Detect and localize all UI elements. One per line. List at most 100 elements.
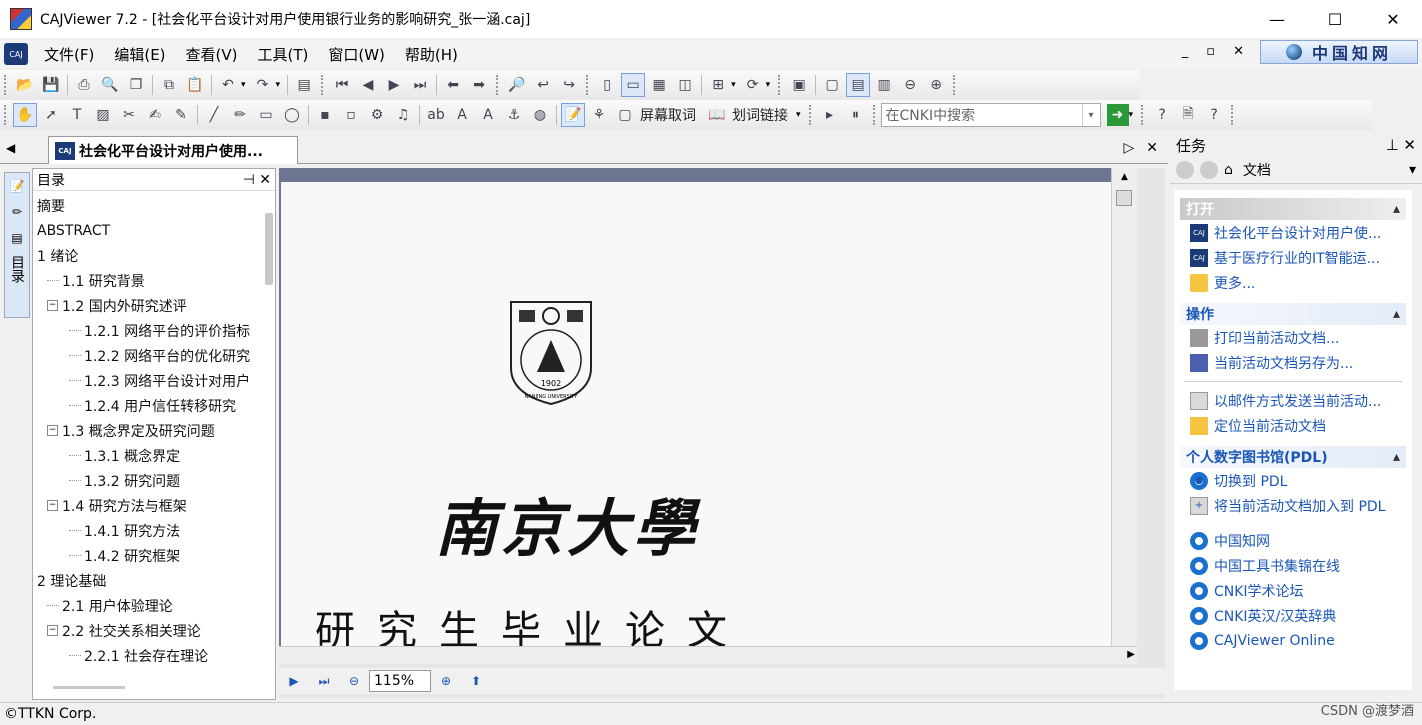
- strikeout-icon[interactable]: A: [450, 103, 474, 127]
- collapse-section-icon[interactable]: ▴: [1393, 449, 1400, 465]
- menu-help[interactable]: 帮助(H): [395, 44, 468, 65]
- underline-icon[interactable]: A: [476, 103, 500, 127]
- snapshot-icon[interactable]: ✂: [117, 103, 141, 127]
- zoom-level-input[interactable]: 115%: [369, 670, 431, 692]
- task-section-header[interactable]: 个人数字图书馆(PDL) ▴: [1180, 446, 1406, 468]
- rectangle-tool-icon[interactable]: ▭: [254, 103, 278, 127]
- document-info-icon[interactable]: 🗎: [1176, 103, 1200, 127]
- toolbar-grip[interactable]: [1231, 105, 1235, 125]
- toc-horizontal-scrollbar[interactable]: [53, 686, 125, 689]
- toc-item[interactable]: 1 绪论: [33, 243, 265, 268]
- viewer-vertical-scrollbar[interactable]: ▲: [1111, 168, 1137, 646]
- chevron-down-icon[interactable]: ▾: [1081, 104, 1100, 126]
- toolbar-grip[interactable]: [586, 75, 590, 95]
- task-link[interactable]: ● 切换到 PDL: [1174, 468, 1412, 493]
- last-page-icon[interactable]: ⏭: [408, 73, 432, 97]
- task-link[interactable]: 打印当前活动文档...: [1174, 325, 1412, 350]
- hand-tool-icon[interactable]: ✋: [13, 103, 37, 127]
- task-section-header[interactable]: 操作 ▴: [1180, 303, 1406, 325]
- toc-item[interactable]: ABSTRACT: [33, 218, 265, 243]
- word-link-button[interactable]: 划词链接: [732, 105, 788, 125]
- document-page[interactable]: 1902 NANJING UNIVERSITY 南京大學 研究生毕业论文: [281, 182, 1123, 654]
- collapse-icon[interactable]: −: [47, 625, 58, 636]
- search-go-icon[interactable]: ➜: [1106, 104, 1129, 126]
- task-back-icon[interactable]: [1176, 160, 1194, 179]
- image-select-icon[interactable]: ▨: [91, 103, 115, 127]
- toc-item[interactable]: 1.2.4 用户信任转移研究: [33, 393, 265, 418]
- toc-tab-icon[interactable]: ▤: [5, 225, 29, 251]
- facing-pages-icon[interactable]: ▦: [647, 73, 671, 97]
- menu-edit[interactable]: 编辑(E): [104, 44, 175, 65]
- fit-width-icon[interactable]: ▤: [846, 73, 871, 97]
- caj-logo-icon[interactable]: CAJ: [4, 43, 28, 65]
- toc-scrollbar[interactable]: [265, 213, 273, 285]
- task-link[interactable]: 当前活动文档另存为...: [1174, 350, 1412, 375]
- continuous-facing-icon[interactable]: ◫: [673, 73, 697, 97]
- select-arrow-icon[interactable]: ➚: [39, 103, 63, 127]
- toc-side-tab[interactable]: 目录: [7, 255, 27, 283]
- menu-view[interactable]: 查看(V): [176, 44, 248, 65]
- eraser-icon[interactable]: ◍: [528, 103, 552, 127]
- find-previous-icon[interactable]: ↩: [531, 73, 555, 97]
- scroll-thumb[interactable]: [1116, 190, 1132, 206]
- toc-item[interactable]: 2.1 用户体验理论: [33, 593, 265, 618]
- toolbar-grip[interactable]: [778, 75, 782, 95]
- redo-icon[interactable]: ↷: [251, 73, 275, 97]
- task-forward-icon[interactable]: [1200, 160, 1218, 179]
- toc-item[interactable]: 1.3.2 研究问题: [33, 468, 265, 493]
- annotation-tab-icon[interactable]: ✏: [5, 199, 29, 225]
- attachment-icon[interactable]: ⚙: [365, 103, 389, 127]
- collapse-icon[interactable]: −: [47, 300, 58, 311]
- line-tool-icon[interactable]: ╱: [202, 103, 226, 127]
- task-link[interactable]: 定位当前活动文档: [1174, 413, 1412, 438]
- toc-item[interactable]: 2.2.1 社会存在理论: [33, 643, 265, 668]
- collapse-icon[interactable]: −: [47, 425, 58, 436]
- minimize-button[interactable]: —: [1248, 0, 1306, 38]
- toolbar-grip[interactable]: [1141, 105, 1145, 125]
- help-icon[interactable]: ?: [1150, 103, 1174, 127]
- mdi-restore-button[interactable]: ▫: [1206, 44, 1215, 59]
- nav-next-page-icon[interactable]: ▶: [283, 670, 305, 692]
- word-link-icon[interactable]: 📖: [705, 103, 729, 127]
- collapse-section-icon[interactable]: ▴: [1393, 306, 1400, 322]
- toolbar-grip[interactable]: [808, 105, 813, 125]
- task-link[interactable]: CAJViewer Online: [1174, 628, 1412, 653]
- tab-scroll-left-icon[interactable]: ◀: [6, 141, 15, 155]
- toc-item[interactable]: 1.3.1 概念界定: [33, 443, 265, 468]
- nav-last-page-icon[interactable]: ⏭: [313, 670, 335, 692]
- about-icon[interactable]: ?: [1202, 103, 1226, 127]
- copy-icon[interactable]: ⧉: [157, 73, 181, 97]
- cnki-search-input[interactable]: 在CNKI中搜索 ▾: [880, 103, 1101, 127]
- task-link[interactable]: CAJ 社会化平台设计对用户使...: [1174, 220, 1412, 245]
- zoom-in-icon[interactable]: ⊕: [924, 73, 948, 97]
- tab-close-icon[interactable]: ✕: [1146, 140, 1158, 156]
- toolbar-grip[interactable]: [953, 75, 957, 95]
- tab-document[interactable]: CAJ 社会化平台设计对用户使用...: [48, 136, 298, 164]
- task-link[interactable]: + 将当前活动文档加入到 PDL: [1174, 493, 1412, 518]
- toc-item[interactable]: 1.2.2 网络平台的优化研究: [33, 343, 265, 368]
- task-link[interactable]: CNKI英汉/汉英辞典: [1174, 603, 1412, 628]
- print-icon[interactable]: ⎙: [72, 73, 96, 97]
- network-icon[interactable]: ⚘: [587, 103, 611, 127]
- toolbar-grip[interactable]: [872, 105, 877, 125]
- note-icon[interactable]: ▪: [313, 103, 337, 127]
- highlight-text-icon[interactable]: ab: [424, 103, 448, 127]
- task-link[interactable]: 以邮件方式发送当前活动...: [1174, 388, 1412, 413]
- task-link[interactable]: 更多...: [1174, 270, 1412, 295]
- task-nav-dropdown-icon[interactable]: ▾: [1409, 162, 1416, 178]
- notes-tab-icon[interactable]: 📝: [5, 173, 29, 199]
- toolbar-grip[interactable]: [496, 75, 500, 95]
- annotation-icon[interactable]: ✎: [169, 103, 193, 127]
- undo-icon[interactable]: ↶: [216, 73, 240, 97]
- actual-size-icon[interactable]: ▢: [820, 73, 844, 97]
- collapse-section-icon[interactable]: ▴: [1393, 201, 1400, 217]
- maximize-button[interactable]: ☐: [1306, 0, 1364, 38]
- toc-item[interactable]: 1.1 研究背景: [33, 268, 265, 293]
- previous-page-icon[interactable]: ◀: [356, 73, 380, 97]
- play-icon[interactable]: ▸: [818, 103, 842, 127]
- rotate-icon[interactable]: ⟳: [741, 73, 765, 97]
- back-icon[interactable]: ⬅: [441, 73, 465, 97]
- toolbar-grip[interactable]: [4, 105, 8, 125]
- layout-icon[interactable]: ⊞: [706, 73, 730, 97]
- anchor-icon[interactable]: ⚓: [502, 103, 526, 127]
